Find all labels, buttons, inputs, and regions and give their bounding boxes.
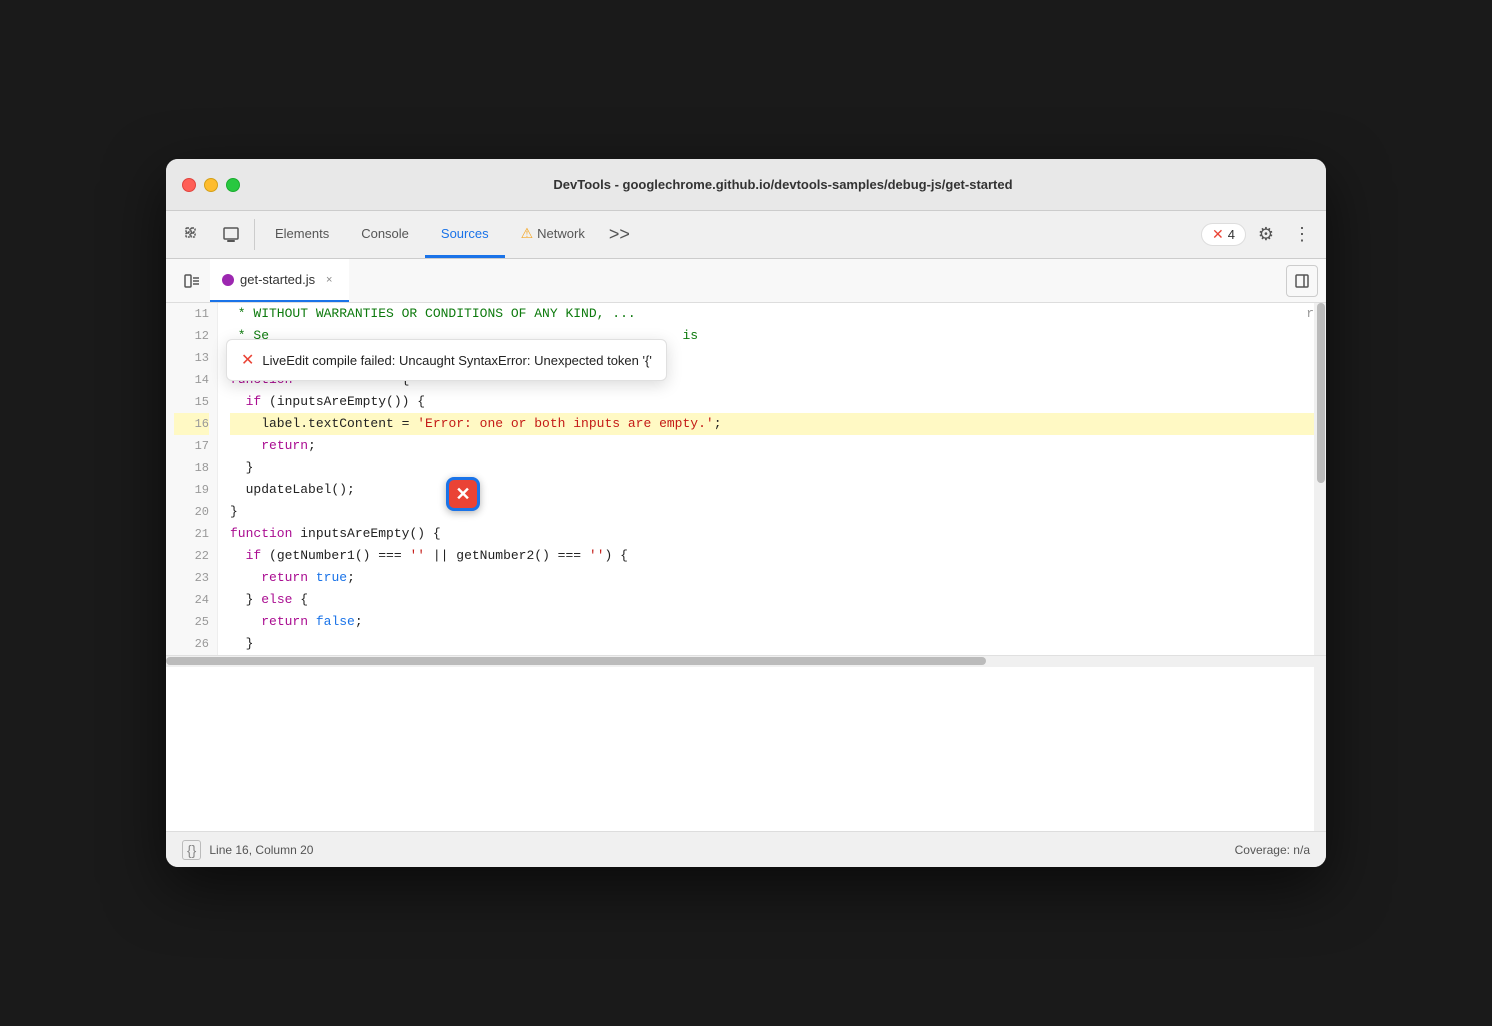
file-tab-close[interactable]: × bbox=[321, 272, 337, 288]
titlebar: DevTools - googlechrome.github.io/devtoo… bbox=[166, 159, 1326, 211]
line-numbers: 11 12 13 14 15 16 17 18 19 20 21 22 23 2… bbox=[166, 303, 218, 655]
more-vert-button[interactable]: ⋮ bbox=[1286, 219, 1318, 251]
error-marker-icon: ✕ bbox=[455, 485, 470, 503]
code-line-20: } bbox=[230, 501, 1314, 523]
code-editor: ✕ LiveEdit compile failed: Uncaught Synt… bbox=[166, 303, 1326, 831]
settings-button[interactable]: ⚙ bbox=[1250, 219, 1282, 251]
file-tab-name: get-started.js bbox=[240, 272, 315, 287]
tab-separator bbox=[254, 219, 255, 250]
h-scrollbar-thumb[interactable] bbox=[166, 657, 986, 665]
code-line-17: return ; bbox=[230, 435, 1314, 457]
code-line-11: * WITHOUT WARRANTIES OR CONDITIONS OF AN… bbox=[230, 303, 1314, 325]
error-tooltip: ✕ LiveEdit compile failed: Uncaught Synt… bbox=[226, 339, 667, 381]
line-num-17: 17 bbox=[174, 435, 209, 457]
code-line-22: if (getNumber1() === '' || getNumber2() … bbox=[230, 545, 1314, 567]
code-line-26: } bbox=[230, 633, 1314, 655]
error-badge[interactable]: ✕ 4 bbox=[1201, 223, 1246, 246]
network-warning-icon: ⚠ bbox=[521, 225, 534, 242]
error-x-icon: ✕ bbox=[1212, 226, 1224, 243]
cursor-icon-btn[interactable] bbox=[174, 211, 212, 258]
status-right: Coverage: n/a bbox=[1235, 843, 1310, 857]
line-num-19: 19 bbox=[174, 479, 209, 501]
code-line-21: function inputsAreEmpty() { bbox=[230, 523, 1314, 545]
status-bar: {} Line 16, Column 20 Coverage: n/a bbox=[166, 831, 1326, 867]
line-num-22: 22 bbox=[174, 545, 209, 567]
file-tabs-right bbox=[1286, 259, 1318, 302]
line-num-23: 23 bbox=[174, 567, 209, 589]
line-num-12: 12 bbox=[174, 325, 209, 347]
status-left: {} Line 16, Column 20 bbox=[182, 840, 313, 860]
line-num-20: 20 bbox=[174, 501, 209, 523]
window-title: DevTools - googlechrome.github.io/devtoo… bbox=[256, 177, 1310, 192]
line-num-16: 16 bbox=[174, 413, 209, 435]
line-num-24: 24 bbox=[174, 589, 209, 611]
line-num-11: 11 bbox=[174, 303, 209, 325]
minimize-button[interactable] bbox=[204, 178, 218, 192]
line-num-26: 26 bbox=[174, 633, 209, 655]
more-vert-icon: ⋮ bbox=[1293, 224, 1311, 245]
close-button[interactable] bbox=[182, 178, 196, 192]
line-num-18: 18 bbox=[174, 457, 209, 479]
devtools-right-actions: ✕ 4 ⚙ ⋮ bbox=[1201, 211, 1318, 258]
tooltip-message: LiveEdit compile failed: Uncaught Syntax… bbox=[262, 353, 651, 368]
inspector-icon-btn[interactable] bbox=[212, 211, 250, 258]
code-line-16: label.textContent = 'Error: one or both … bbox=[230, 413, 1314, 435]
format-icon[interactable]: {} bbox=[182, 840, 201, 860]
coverage-status: Coverage: n/a bbox=[1235, 843, 1310, 857]
code-line-23: return true ; bbox=[230, 567, 1314, 589]
cursor-position: Line 16, Column 20 bbox=[209, 843, 313, 857]
error-count: 4 bbox=[1228, 227, 1235, 242]
line-num-15: 15 bbox=[174, 391, 209, 413]
js-file-icon bbox=[222, 274, 234, 286]
maximize-button[interactable] bbox=[226, 178, 240, 192]
tab-console[interactable]: Console bbox=[345, 211, 425, 258]
file-tab-get-started[interactable]: get-started.js × bbox=[210, 259, 349, 302]
gear-icon: ⚙ bbox=[1258, 224, 1274, 245]
file-tabs-bar: get-started.js × bbox=[166, 259, 1326, 303]
code-line-25: return false ; bbox=[230, 611, 1314, 633]
line-num-14: 14 bbox=[174, 369, 209, 391]
file-panel-toggle[interactable] bbox=[174, 259, 210, 302]
tab-elements[interactable]: Elements bbox=[259, 211, 345, 258]
code-line-15: if ( inputsAreEmpty ()) { bbox=[230, 391, 1314, 413]
panel-right-toggle[interactable] bbox=[1286, 265, 1318, 297]
line-num-13: 13 bbox=[174, 347, 209, 369]
error-line-marker: ✕ bbox=[446, 477, 480, 511]
tab-sources[interactable]: Sources bbox=[425, 211, 505, 258]
scrollbar-thumb[interactable] bbox=[1317, 303, 1325, 483]
tab-network[interactable]: ⚠ Network bbox=[505, 211, 601, 258]
horizontal-scrollbar[interactable] bbox=[166, 655, 1326, 667]
line-num-21: 21 bbox=[174, 523, 209, 545]
devtools-tabs-bar: Elements Console Sources ⚠ Network >> ✕ … bbox=[166, 211, 1326, 259]
code-line-18: } bbox=[230, 457, 1314, 479]
code-line-24: } else { bbox=[230, 589, 1314, 611]
tab-more-btn[interactable]: >> bbox=[601, 211, 638, 258]
vertical-scrollbar[interactable] bbox=[1314, 303, 1326, 831]
code-line-19: updateLabel(); bbox=[230, 479, 1314, 501]
traffic-lights bbox=[182, 178, 240, 192]
tooltip-error-icon: ✕ bbox=[241, 350, 254, 370]
devtools-window: DevTools - googlechrome.github.io/devtoo… bbox=[166, 159, 1326, 867]
line-num-25: 25 bbox=[174, 611, 209, 633]
